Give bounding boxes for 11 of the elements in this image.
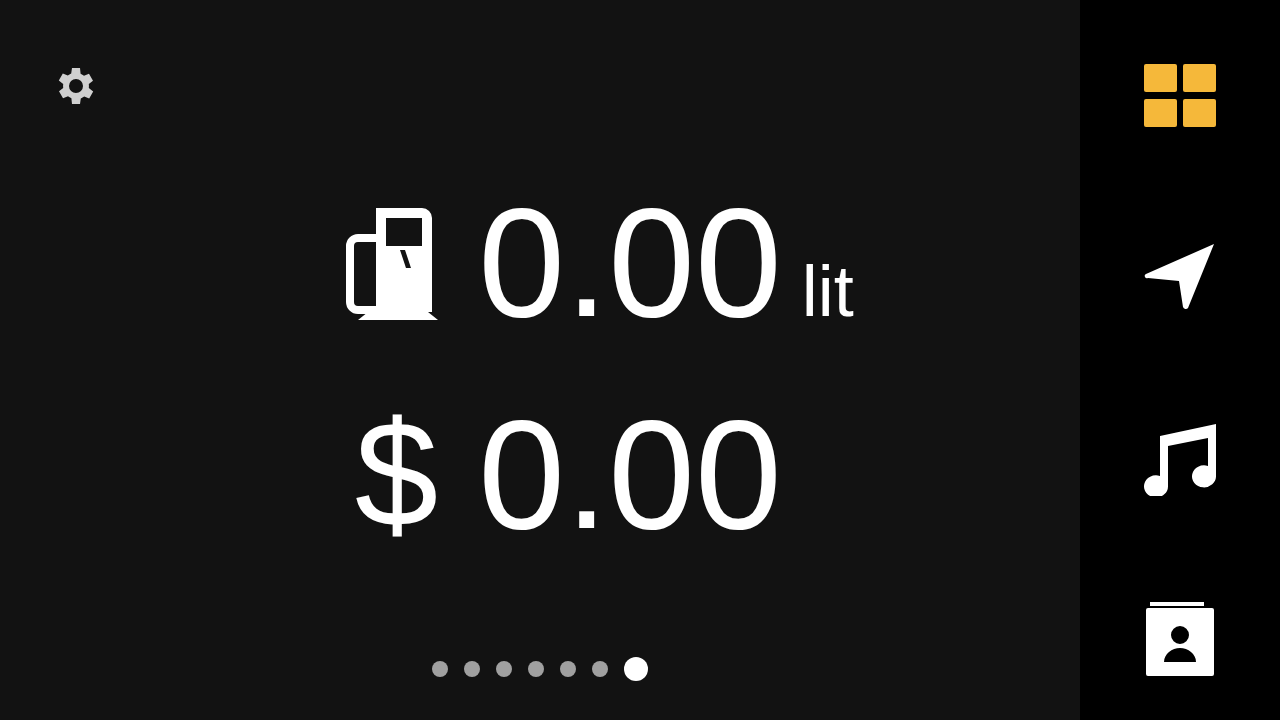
page-indicator-dot[interactable] [592,661,608,677]
page-indicator-dot[interactable] [560,661,576,677]
currency-symbol: $ [354,390,439,558]
fuel-unit: lit [801,250,854,332]
page-indicator-dot[interactable] [464,661,480,677]
fuel-cost: 0.00 [478,390,782,558]
fuel-volume: 0.00 [478,178,782,346]
page-indicator-dot[interactable] [496,661,512,677]
page-indicator-dot[interactable] [624,657,648,681]
page-indicator-dot[interactable] [432,661,448,677]
page-indicator-dot[interactable] [528,661,544,677]
